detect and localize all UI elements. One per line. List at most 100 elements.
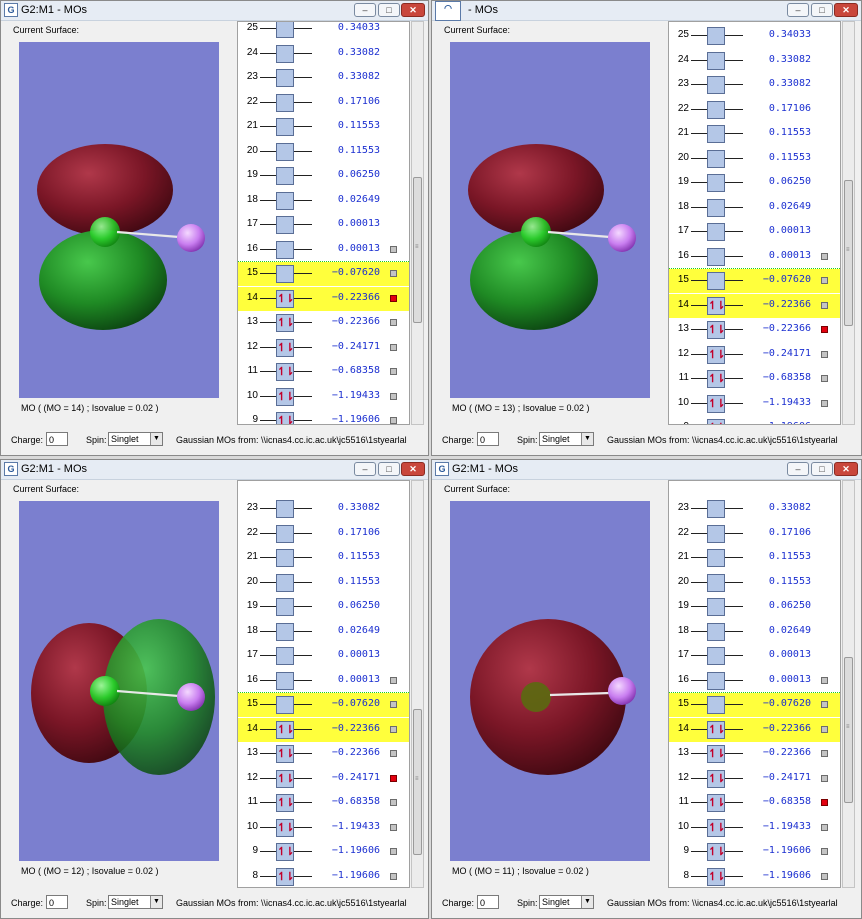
charge-input[interactable]: 0 <box>46 432 68 446</box>
orbital-3d-viewer[interactable] <box>19 501 219 861</box>
mo-row[interactable]: 12 ↿⇂ −0.24171 <box>238 767 409 791</box>
surface-toggle[interactable] <box>821 799 828 806</box>
close-button[interactable]: ✕ <box>401 462 425 476</box>
surface-toggle[interactable] <box>821 823 828 831</box>
mo-row[interactable]: 17 0.00013 <box>669 644 840 668</box>
mo-row[interactable]: 21 0.11553 <box>238 546 409 570</box>
mo-energy-list[interactable]: 25 0.34033 24 0.33082 23 0.33082 22 0.17106 21 0.… <box>237 21 410 425</box>
surface-toggle[interactable] <box>821 848 828 855</box>
mo-row[interactable]: 10 ↿⇂ −1.19433 <box>669 392 840 416</box>
mo-row[interactable]: 23 0.33082 <box>238 497 409 521</box>
mo-row[interactable]: 13 ↿⇂ −0.22366 <box>238 311 409 335</box>
surface-toggle[interactable] <box>821 774 828 782</box>
app-icon[interactable]: G <box>435 462 449 476</box>
surface-toggle[interactable] <box>821 277 828 284</box>
mo-row[interactable]: 23 0.33082 <box>238 66 409 90</box>
mo-row[interactable]: 24 0.33082 <box>238 42 409 66</box>
vertical-scrollbar[interactable]: ≡ <box>842 21 855 425</box>
mo-row[interactable]: 25 0.34033 <box>669 24 840 48</box>
charge-input[interactable]: 0 <box>477 895 499 909</box>
surface-toggle[interactable] <box>821 326 828 333</box>
mo-energy-list[interactable]: 23 0.33082 22 0.17106 21 0.11553 20 0.11553 19 0.… <box>668 480 841 888</box>
chevron-down-icon[interactable]: ▼ <box>150 896 162 908</box>
mo-energy-list[interactable]: 23 0.33082 22 0.17106 21 0.11553 20 0.11553 19 0.… <box>237 480 410 888</box>
mo-row[interactable]: 11 ↿⇂ −0.68358 <box>238 360 409 384</box>
surface-toggle[interactable] <box>390 245 397 253</box>
surface-toggle[interactable] <box>821 375 828 382</box>
mo-row[interactable]: 23 0.33082 <box>669 73 840 97</box>
mo-row[interactable]: 21 0.11553 <box>238 115 409 139</box>
mo-row[interactable]: 10 ↿⇂ −1.19433 <box>238 816 409 840</box>
maximize-button[interactable]: □ <box>378 462 400 476</box>
surface-toggle[interactable] <box>390 368 397 375</box>
surface-toggle[interactable] <box>390 392 397 400</box>
surface-toggle[interactable] <box>821 399 828 407</box>
surface-toggle[interactable] <box>821 750 828 757</box>
surface-toggle[interactable] <box>390 848 397 855</box>
mo-row[interactable]: 12 ↿⇂ −0.24171 <box>669 767 840 791</box>
charge-input[interactable]: 0 <box>46 895 68 909</box>
chevron-down-icon[interactable]: ▼ <box>581 896 593 908</box>
mo-row[interactable]: 17 0.00013 <box>669 220 840 244</box>
surface-toggle[interactable] <box>390 823 397 831</box>
mo-row[interactable]: 18 0.02649 <box>669 196 840 220</box>
mo-row[interactable]: 15 −0.07620 <box>669 269 840 293</box>
orbital-3d-viewer[interactable] <box>450 42 650 398</box>
minimize-button[interactable]: – <box>787 3 809 17</box>
mo-row[interactable]: 9 ↿⇂ −1.19606 <box>238 409 409 424</box>
mo-row[interactable]: 13 ↿⇂ −0.22366 <box>238 742 409 766</box>
close-button[interactable]: ✕ <box>401 3 425 17</box>
scrollbar-thumb[interactable]: ≡ <box>413 709 422 855</box>
mo-row[interactable]: 25 0.34033 <box>238 22 409 41</box>
mo-row[interactable]: 15 −0.07620 <box>238 693 409 717</box>
mo-row[interactable]: 21 0.11553 <box>669 122 840 146</box>
mo-row[interactable]: 9 ↿⇂ −1.19606 <box>238 840 409 864</box>
mo-row[interactable]: 13 ↿⇂ −0.22366 <box>669 742 840 766</box>
orbital-3d-viewer[interactable] <box>19 42 219 398</box>
orbital-3d-viewer[interactable] <box>450 501 650 861</box>
mo-row[interactable]: 14 ↿⇂ −0.22366 <box>669 293 840 318</box>
vertical-scrollbar[interactable]: ≡ <box>411 21 424 425</box>
mo-row[interactable]: 19 0.06250 <box>669 595 840 619</box>
gaussview-icon[interactable]: ◠ <box>435 1 461 21</box>
mo-row[interactable]: 14 ↿⇂ −0.22366 <box>669 717 840 742</box>
surface-toggle[interactable] <box>390 343 397 351</box>
mo-row[interactable]: 18 0.02649 <box>669 620 840 644</box>
app-icon[interactable]: G <box>4 3 18 17</box>
surface-toggle[interactable] <box>821 676 828 684</box>
mo-row[interactable]: 14 ↿⇂ −0.22366 <box>238 286 409 311</box>
surface-toggle[interactable] <box>821 301 828 309</box>
minimize-button[interactable]: – <box>354 462 376 476</box>
surface-toggle[interactable] <box>821 725 828 733</box>
mo-row[interactable]: 20 0.11553 <box>669 147 840 171</box>
mo-row[interactable]: 24 0.33082 <box>669 49 840 73</box>
mo-row[interactable]: 17 0.00013 <box>238 213 409 237</box>
spin-select[interactable]: Singlet ▼ <box>108 432 163 446</box>
mo-row[interactable]: 8 ↿⇂ −1.19606 <box>669 865 840 888</box>
mo-row[interactable]: 18 0.02649 <box>238 189 409 213</box>
maximize-button[interactable]: □ <box>811 462 833 476</box>
mo-row[interactable]: 13 ↿⇂ −0.22366 <box>669 318 840 342</box>
app-icon[interactable]: G <box>4 462 18 476</box>
mo-row[interactable]: 22 0.17106 <box>669 98 840 122</box>
charge-input[interactable]: 0 <box>477 432 499 446</box>
mo-row[interactable]: 9 ↿⇂ −1.19606 <box>669 416 840 424</box>
mo-row[interactable]: 15 −0.07620 <box>669 693 840 717</box>
scrollbar-thumb[interactable]: ≡ <box>844 180 853 326</box>
mo-row[interactable]: 8 ↿⇂ −1.19606 <box>238 865 409 888</box>
mo-row[interactable]: 22 0.17106 <box>669 522 840 546</box>
mo-row[interactable]: 16 0.00013 <box>238 238 409 262</box>
surface-toggle[interactable] <box>390 319 397 326</box>
surface-toggle[interactable] <box>390 417 397 424</box>
maximize-button[interactable]: □ <box>811 3 833 17</box>
spin-select[interactable]: Singlet ▼ <box>108 895 163 909</box>
mo-row[interactable]: 20 0.11553 <box>669 571 840 595</box>
mo-row[interactable]: 11 ↿⇂ −0.68358 <box>669 367 840 391</box>
surface-toggle[interactable] <box>390 294 397 302</box>
mo-row[interactable]: 23 0.33082 <box>669 497 840 521</box>
close-button[interactable]: ✕ <box>834 3 858 17</box>
mo-row[interactable]: 16 0.00013 <box>669 669 840 693</box>
mo-row[interactable]: 22 0.17106 <box>238 91 409 115</box>
mo-row[interactable]: 11 ↿⇂ −0.68358 <box>238 791 409 815</box>
scrollbar-thumb[interactable]: ≡ <box>413 177 422 323</box>
